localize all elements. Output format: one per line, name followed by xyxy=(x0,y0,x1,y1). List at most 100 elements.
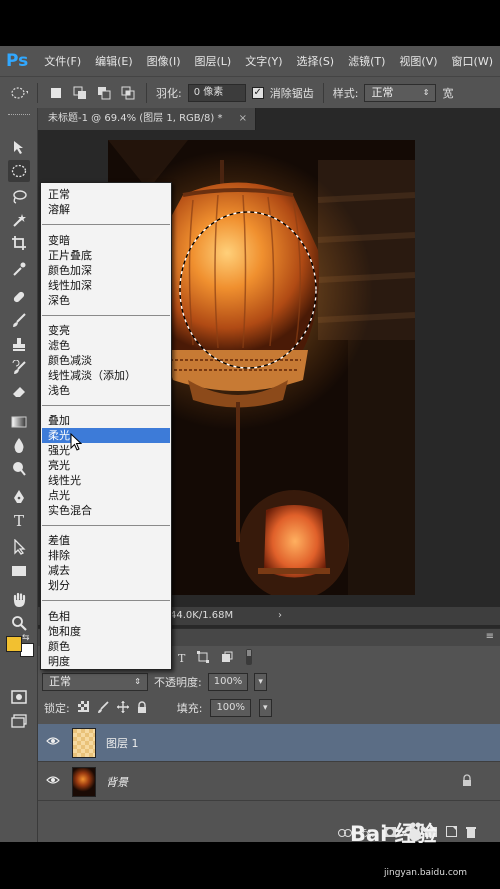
blend-pin-light[interactable]: 点光 xyxy=(42,488,170,503)
subtract-selection-icon[interactable] xyxy=(95,84,113,102)
blend-normal[interactable]: 正常 xyxy=(42,187,170,202)
eyedropper-tool-icon[interactable] xyxy=(8,258,30,280)
lock-row: 锁定: 填充: 100% ▾ xyxy=(38,698,500,718)
menu-image[interactable]: 图像(I) xyxy=(140,53,188,69)
add-selection-icon[interactable] xyxy=(71,84,89,102)
style-dropdown[interactable]: 正常 ⇕ xyxy=(364,83,437,102)
menu-select[interactable]: 选择(S) xyxy=(290,53,342,69)
blend-divide[interactable]: 划分 xyxy=(42,578,170,593)
lock-pixels-icon[interactable] xyxy=(97,700,109,716)
type-filter-icon[interactable]: T xyxy=(178,652,185,665)
ellipse-marquee-tool-icon[interactable] xyxy=(8,160,30,182)
document-tab[interactable]: 未标题-1 @ 69.4% (图层 1, RGB/8) * × xyxy=(38,108,256,130)
watermark-url: jingyan.baidu.com xyxy=(384,868,468,878)
rectangle-tool-icon[interactable] xyxy=(8,560,30,582)
visibility-eye-icon[interactable] xyxy=(38,774,68,789)
blend-lighter-color[interactable]: 浅色 xyxy=(42,383,170,398)
lock-all-icon[interactable] xyxy=(137,700,147,716)
move-tool-icon[interactable] xyxy=(8,136,30,158)
blend-hue[interactable]: 色相 xyxy=(42,609,170,624)
blend-dissolve[interactable]: 溶解 xyxy=(42,202,170,217)
blend-hard-light[interactable]: 强光 xyxy=(42,443,170,458)
intersect-selection-icon[interactable] xyxy=(119,84,137,102)
ellipse-marquee-preset-icon[interactable] xyxy=(10,84,28,102)
blend-linear-burn[interactable]: 线性加深 xyxy=(42,278,170,293)
eraser-tool-icon[interactable] xyxy=(8,380,30,402)
blend-mode-dropdown[interactable]: 正常 ⇕ xyxy=(42,673,148,691)
blend-saturation[interactable]: 饱和度 xyxy=(42,624,170,639)
options-separator xyxy=(37,82,38,103)
blend-hard-mix[interactable]: 实色混合 xyxy=(42,503,170,518)
pen-tool-icon[interactable] xyxy=(8,486,30,508)
lasso-tool-icon[interactable] xyxy=(8,186,30,208)
fill-input[interactable]: 100% xyxy=(210,699,252,717)
blend-subtract[interactable]: 减去 xyxy=(42,563,170,578)
visibility-eye-icon[interactable] xyxy=(38,735,68,750)
menu-type[interactable]: 文字(Y) xyxy=(238,53,289,69)
blend-darker-color[interactable]: 深色 xyxy=(42,293,170,308)
layer-name[interactable]: 背景 xyxy=(106,774,128,790)
spot-healing-tool-icon[interactable] xyxy=(8,286,30,308)
blend-difference[interactable]: 差值 xyxy=(42,533,170,548)
blend-lighten[interactable]: 变亮 xyxy=(42,323,170,338)
lock-icon xyxy=(462,774,472,789)
blend-vivid-light[interactable]: 亮光 xyxy=(42,458,170,473)
menu-separator xyxy=(42,525,170,526)
lock-transparent-icon[interactable] xyxy=(77,701,89,715)
filter-toggle-icon[interactable] xyxy=(245,648,253,668)
history-brush-tool-icon[interactable] xyxy=(8,357,30,379)
quick-mask-icon[interactable] xyxy=(8,686,30,708)
fill-slider-arrow-icon[interactable]: ▾ xyxy=(259,699,272,717)
blend-exclusion[interactable]: 排除 xyxy=(42,548,170,563)
toolbar-grip[interactable] xyxy=(8,114,30,116)
blend-luminosity[interactable]: 明度 xyxy=(42,654,170,669)
menu-layer[interactable]: 图层(L) xyxy=(188,53,239,69)
screen-mode-icon[interactable] xyxy=(8,710,30,732)
path-selection-tool-icon[interactable] xyxy=(8,536,30,558)
hand-tool-icon[interactable] xyxy=(8,589,30,611)
blend-soft-light[interactable]: 柔光 xyxy=(42,428,170,443)
background-color-swatch[interactable] xyxy=(20,643,34,657)
clone-stamp-tool-icon[interactable] xyxy=(8,333,30,355)
magic-wand-tool-icon[interactable] xyxy=(8,209,30,231)
brush-tool-icon[interactable] xyxy=(8,309,30,331)
foreground-color-swatch[interactable] xyxy=(6,636,22,652)
crop-tool-icon[interactable] xyxy=(8,232,30,254)
blend-linear-dodge[interactable]: 线性减淡（添加） xyxy=(42,368,170,383)
lock-position-icon[interactable] xyxy=(116,700,129,716)
feather-input[interactable]: 0 像素 xyxy=(187,83,246,102)
new-selection-icon[interactable] xyxy=(47,84,65,102)
menu-bar: Ps 文件(F) 编辑(E) 图像(I) 图层(L) 文字(Y) 选择(S) 滤… xyxy=(0,46,500,76)
blend-darken[interactable]: 变暗 xyxy=(42,233,170,248)
blend-color-burn[interactable]: 颜色加深 xyxy=(42,263,170,278)
menu-filter[interactable]: 滤镜(T) xyxy=(341,53,392,69)
shape-filter-icon[interactable] xyxy=(197,650,210,666)
blend-linear-light[interactable]: 线性光 xyxy=(42,473,170,488)
blend-overlay[interactable]: 叠加 xyxy=(42,413,170,428)
zoom-tool-icon[interactable] xyxy=(8,612,30,634)
dodge-tool-icon[interactable] xyxy=(8,458,30,480)
smart-object-filter-icon[interactable] xyxy=(221,651,233,666)
blend-multiply[interactable]: 正片叠底 xyxy=(42,248,170,263)
status-menu-arrow-icon[interactable]: › xyxy=(278,607,282,625)
blend-screen[interactable]: 滤色 xyxy=(42,338,170,353)
menu-edit[interactable]: 编辑(E) xyxy=(88,53,140,69)
menu-window[interactable]: 窗口(W) xyxy=(445,53,500,69)
opacity-slider-arrow-icon[interactable]: ▾ xyxy=(254,673,267,691)
layer-row-background[interactable]: 背景 xyxy=(38,763,500,801)
menu-file[interactable]: 文件(F) xyxy=(37,53,88,69)
type-tool-icon[interactable]: T xyxy=(8,510,30,532)
menu-view[interactable]: 视图(V) xyxy=(392,53,444,69)
close-icon[interactable]: × xyxy=(239,108,247,130)
panel-menu-icon[interactable]: ≡ xyxy=(486,631,494,642)
blend-color-dodge[interactable]: 颜色减淡 xyxy=(42,353,170,368)
opacity-input[interactable]: 100% xyxy=(207,673,249,691)
gradient-tool-icon[interactable] xyxy=(8,411,30,433)
blend-color[interactable]: 颜色 xyxy=(42,639,170,654)
swap-colors-icon[interactable]: ⇆ xyxy=(22,633,30,643)
baidu-paw-icon xyxy=(404,821,426,846)
antialias-checkbox[interactable]: ✓ xyxy=(251,86,264,99)
layer-name[interactable]: 图层 1 xyxy=(106,735,139,751)
layer-row-layer1[interactable]: 图层 1 xyxy=(38,724,500,762)
blur-tool-icon[interactable] xyxy=(8,434,30,456)
